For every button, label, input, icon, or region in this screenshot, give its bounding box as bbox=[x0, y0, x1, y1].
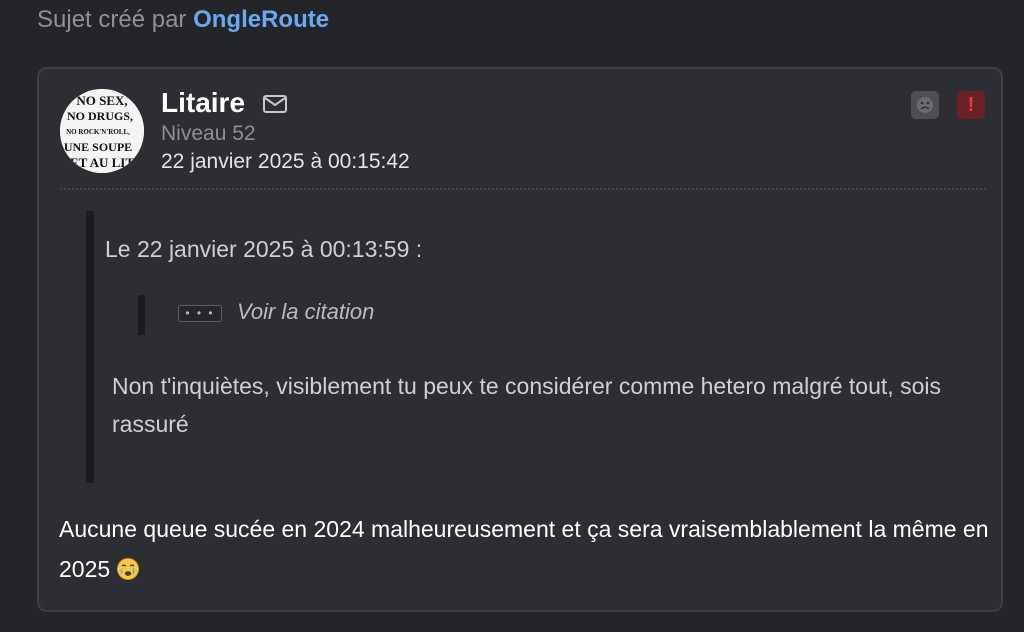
quote-header: Le 22 janvier 2025 à 00:13:59 : bbox=[105, 236, 423, 262]
topic-prefix: Sujet créé par bbox=[37, 6, 187, 33]
sad-face-glyph bbox=[917, 97, 933, 113]
post-card: NO SEX, NO DRUGS, NO ROCK'N'ROLL, UNE SO… bbox=[37, 67, 1003, 612]
post-date[interactable]: 22 janvier 2025 à 00:15:42 bbox=[161, 150, 410, 174]
svg-text:ET AU LIT: ET AU LIT bbox=[70, 155, 134, 170]
voir-citation-link[interactable]: Voir la citation bbox=[237, 299, 374, 325]
avatar[interactable]: NO SEX, NO DRUGS, NO ROCK'N'ROLL, UNE SO… bbox=[60, 89, 144, 173]
crying-face-emoji bbox=[116, 553, 140, 593]
topic-author-link[interactable]: OngleRoute bbox=[193, 6, 329, 33]
expand-quote-button[interactable]: • • • bbox=[178, 305, 222, 322]
alert-icon[interactable]: ! bbox=[957, 91, 985, 119]
topic-header: Sujet créé par OngleRoute bbox=[37, 6, 329, 34]
nested-quote-bar bbox=[138, 295, 145, 335]
quote-text: Non t'inquiètes, visiblement tu peux te … bbox=[112, 373, 941, 437]
post-body-text: Aucune queue sucée en 2024 malheureuseme… bbox=[59, 516, 989, 582]
user-level: Niveau 52 bbox=[161, 122, 256, 145]
svg-text:NO ROCK'N'ROLL,: NO ROCK'N'ROLL, bbox=[66, 128, 130, 136]
avatar-image: NO SEX, NO DRUGS, NO ROCK'N'ROLL, UNE SO… bbox=[60, 89, 144, 173]
post-username[interactable]: Litaire bbox=[161, 87, 245, 119]
post-body: Aucune queue sucée en 2024 malheureuseme… bbox=[59, 509, 989, 593]
svg-text:UNE SOUPE: UNE SOUPE bbox=[64, 140, 132, 154]
mail-icon[interactable] bbox=[262, 94, 288, 114]
svg-text:NO DRUGS,: NO DRUGS, bbox=[67, 109, 133, 123]
svg-text:NO SEX,: NO SEX, bbox=[76, 93, 127, 108]
header-divider bbox=[60, 188, 986, 190]
sad-face-icon[interactable] bbox=[911, 91, 939, 119]
